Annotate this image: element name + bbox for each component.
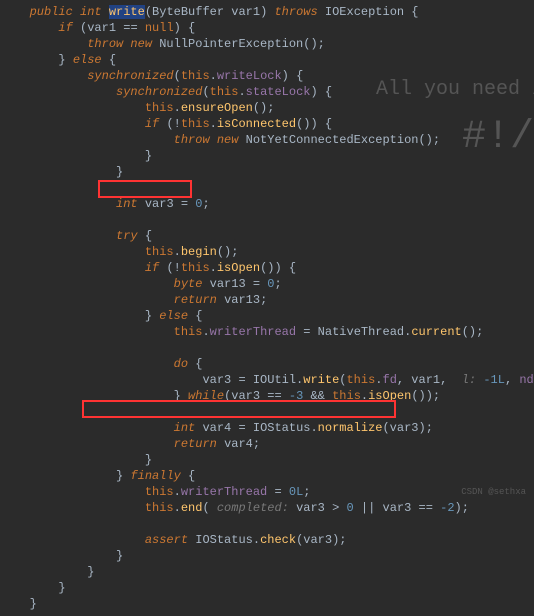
code-line[interactable]: int var3 = 0; (8, 196, 534, 212)
code-line[interactable]: } (8, 452, 534, 468)
code-line[interactable]: public int write(ByteBuffer var1) throws… (8, 4, 534, 20)
code-line[interactable]: synchronized(this.stateLock) { (8, 84, 534, 100)
code-line[interactable]: this.begin(); (8, 244, 534, 260)
code-line[interactable]: synchronized(this.writeLock) { (8, 68, 534, 84)
code-line[interactable]: int var4 = IOStatus.normalize(var3); (8, 420, 534, 436)
code-line[interactable]: if (!this.isConnected()) { (8, 116, 534, 132)
code-line[interactable] (8, 212, 534, 228)
code-line[interactable]: this.end( completed: var3 > 0 || var3 ==… (8, 500, 534, 516)
footer-watermark: CSDN @sethxa (461, 487, 526, 497)
code-line[interactable]: } (8, 548, 534, 564)
code-line[interactable]: throw new NotYetConnectedException(); (8, 132, 534, 148)
code-line[interactable]: } finally { (8, 468, 534, 484)
code-line[interactable]: } else { (8, 308, 534, 324)
code-line[interactable]: } (8, 164, 534, 180)
code-line[interactable]: var3 = IOUtil.write(this.fd, var1, l: -1… (8, 372, 534, 388)
code-line[interactable]: if (!this.isOpen()) { (8, 260, 534, 276)
code-line[interactable]: } else { (8, 52, 534, 68)
code-line[interactable]: } (8, 596, 534, 612)
code-line[interactable] (8, 340, 534, 356)
code-line[interactable]: } while(var3 == -3 && this.isOpen()); (8, 388, 534, 404)
code-line[interactable]: return var13; (8, 292, 534, 308)
code-line[interactable]: this.writerThread = 0L; (8, 484, 534, 500)
code-line[interactable] (8, 404, 534, 420)
code-line[interactable] (8, 516, 534, 532)
code-line[interactable] (8, 180, 534, 196)
code-line[interactable]: } (8, 148, 534, 164)
code-line[interactable]: this.writerThread = NativeThread.current… (8, 324, 534, 340)
code-line[interactable]: this.ensureOpen(); (8, 100, 534, 116)
code-line[interactable]: do { (8, 356, 534, 372)
code-line[interactable]: } (8, 580, 534, 596)
code-line[interactable]: throw new NullPointerException(); (8, 36, 534, 52)
code-line[interactable]: assert IOStatus.check(var3); (8, 532, 534, 548)
code-editor[interactable]: All you need i #!/bin/b public int write… (0, 0, 534, 616)
code-line[interactable]: try { (8, 228, 534, 244)
code-line[interactable]: if (var1 == null) { (8, 20, 534, 36)
code-line[interactable]: byte var13 = 0; (8, 276, 534, 292)
code-line[interactable]: } (8, 564, 534, 580)
code-line[interactable]: return var4; (8, 436, 534, 452)
